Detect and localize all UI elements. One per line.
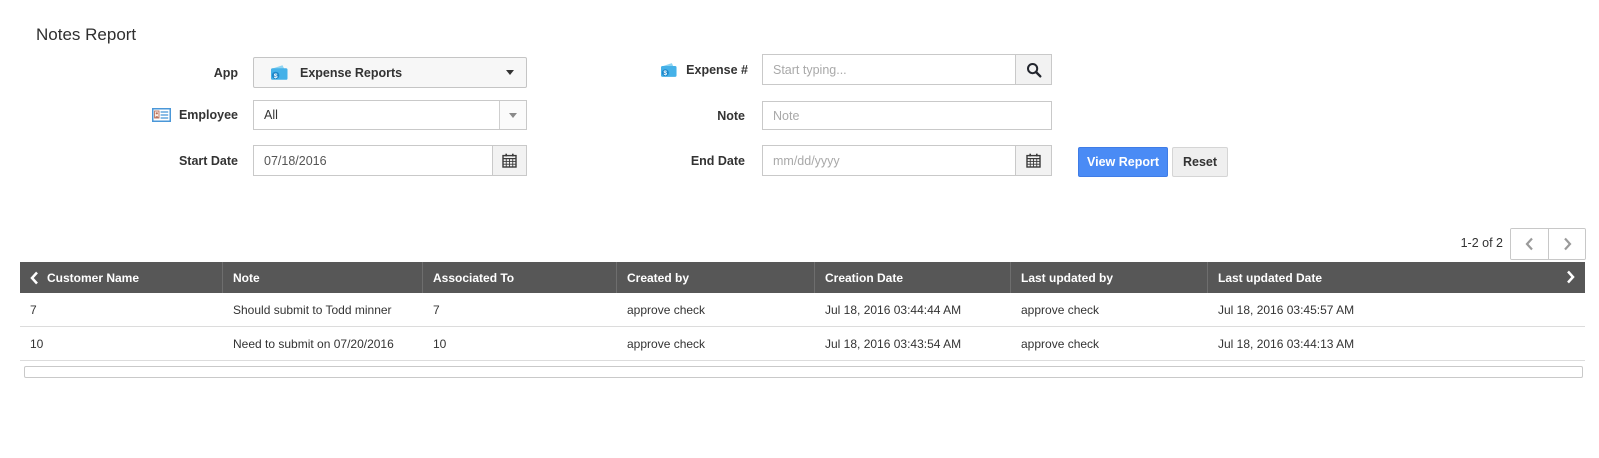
end-date-label-row: End Date: [500, 145, 745, 176]
column-header-label: Associated To: [433, 271, 514, 285]
calendar-icon: [1026, 153, 1041, 168]
page-title: Notes Report: [36, 25, 136, 45]
expense-number-label-row: $ Expense #: [500, 54, 748, 85]
start-date-label-row: Start Date: [0, 145, 238, 176]
start-date-input[interactable]: [253, 145, 493, 176]
pagination-controls: [1510, 228, 1586, 260]
expense-wallet-icon: $: [270, 64, 289, 81]
prev-page-button[interactable]: [1511, 229, 1548, 259]
column-header-label: Last updated by: [1021, 271, 1113, 285]
scroll-right-icon[interactable]: [1566, 270, 1575, 287]
pagination-range: 1-2 of 2: [1380, 228, 1503, 258]
column-header-last-updated-date[interactable]: Last updated Date: [1208, 262, 1585, 293]
column-header-label: Note: [233, 271, 260, 285]
svg-text:$: $: [664, 69, 668, 76]
column-header-label: Last updated Date: [1218, 271, 1322, 285]
svg-text:$: $: [274, 73, 278, 80]
end-date-label: End Date: [691, 154, 745, 168]
notes-table: Customer Name Note Associated To Created…: [20, 262, 1585, 378]
table-cell: approve check: [1011, 303, 1208, 317]
reset-button[interactable]: Reset: [1172, 147, 1228, 177]
end-date-input[interactable]: [762, 145, 1016, 176]
expense-number-label: Expense #: [686, 63, 748, 77]
table-cell: approve check: [617, 337, 815, 351]
chevron-right-icon: [1562, 236, 1573, 252]
note-label: Note: [717, 109, 745, 123]
table-cell: approve check: [1011, 337, 1208, 351]
app-select-value: Expense Reports: [300, 66, 402, 80]
column-header-created-by[interactable]: Created by: [617, 262, 815, 293]
search-icon: [1026, 62, 1042, 78]
expense-number-input[interactable]: [762, 54, 1016, 85]
table-cell: Jul 18, 2016 03:44:44 AM: [815, 303, 1011, 317]
table-footer-bar: [24, 366, 1583, 378]
search-button[interactable]: [1015, 54, 1052, 85]
column-header-associated-to[interactable]: Associated To: [423, 262, 617, 293]
app-select[interactable]: $ Expense Reports: [253, 57, 527, 88]
column-header-label: Customer Name: [47, 271, 139, 285]
employee-label: Employee: [179, 108, 238, 122]
column-header-creation-date[interactable]: Creation Date: [815, 262, 1011, 293]
column-header-label: Creation Date: [825, 271, 903, 285]
table-header-row: Customer Name Note Associated To Created…: [20, 262, 1585, 293]
column-header-label: Created by: [627, 271, 689, 285]
note-input[interactable]: [762, 101, 1052, 130]
table-cell: Need to submit on 07/20/2016: [223, 337, 423, 351]
table-cell: approve check: [617, 303, 815, 317]
app-label-row: App: [0, 57, 238, 88]
app-label: App: [214, 66, 238, 80]
contact-card-icon: [152, 108, 171, 122]
table-cell: 7: [423, 303, 617, 317]
view-report-button[interactable]: View Report: [1078, 147, 1168, 177]
chevron-left-icon: [1524, 236, 1535, 252]
table-row[interactable]: 10 Need to submit on 07/20/2016 10 appro…: [20, 327, 1585, 361]
table-cell: 10: [423, 337, 617, 351]
table-cell: Should submit to Todd minner: [223, 303, 423, 317]
employee-label-row: Employee: [0, 100, 238, 130]
start-date-label: Start Date: [179, 154, 238, 168]
table-cell: Jul 18, 2016 03:44:13 AM: [1208, 337, 1585, 351]
scroll-left-icon[interactable]: [30, 271, 39, 285]
column-header-customer-name[interactable]: Customer Name: [20, 262, 223, 293]
column-header-last-updated-by[interactable]: Last updated by: [1011, 262, 1208, 293]
next-page-button[interactable]: [1548, 229, 1585, 259]
note-label-row: Note: [500, 101, 745, 130]
expense-wallet-icon: $: [660, 62, 678, 78]
end-date-calendar-button[interactable]: [1015, 145, 1052, 176]
table-cell: 10: [20, 337, 223, 351]
table-cell: Jul 18, 2016 03:43:54 AM: [815, 337, 1011, 351]
table-cell: 7: [20, 303, 223, 317]
table-cell: Jul 18, 2016 03:45:57 AM: [1208, 303, 1585, 317]
employee-select[interactable]: All: [253, 100, 527, 130]
employee-select-value: All: [254, 101, 499, 129]
table-row[interactable]: 7 Should submit to Todd minner 7 approve…: [20, 293, 1585, 327]
column-header-note[interactable]: Note: [223, 262, 423, 293]
notes-report-page: Notes Report App $ Expense Reports $ Exp…: [0, 0, 1599, 458]
